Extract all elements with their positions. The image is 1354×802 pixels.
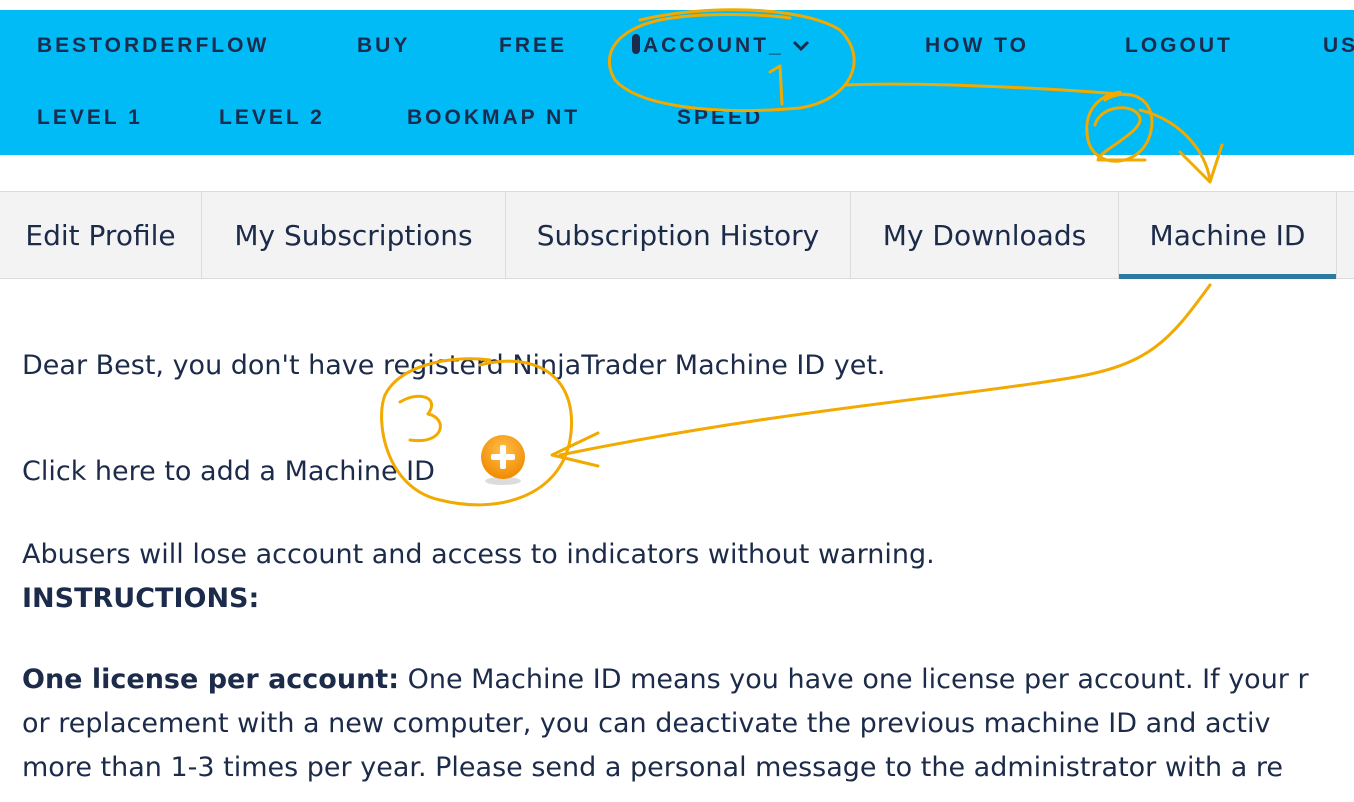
annotation-arrowhead-3 [550,431,600,468]
nav-free[interactable]: FREE [499,34,567,58]
main-navigation: BESTORDERFLOW BUY FREE ACCOUNT_ HOW TO L… [0,10,1354,155]
tab-my-subscriptions[interactable]: My Subscriptions [202,192,506,278]
nav-level-1[interactable]: LEVEL 1 [37,106,143,130]
license-paragraph-line-3: more than 1-3 times per year. Please sen… [22,752,1283,783]
license-text-1: One Machine ID means you have one licens… [399,664,1309,695]
nav-account[interactable]: ACCOUNT_ [632,34,810,58]
add-machine-id-prompt: Click here to add a Machine ID [22,456,435,487]
nav-account-label: ACCOUNT_ [643,34,784,57]
no-machine-id-notice: Dear Best, you don't have registerd Ninj… [22,350,886,381]
nav-us[interactable]: US [1323,34,1354,58]
nav-how-to[interactable]: HOW TO [925,34,1029,58]
tab-edit-profile[interactable]: Edit Profile [0,192,202,278]
plus-circle-icon [481,435,525,485]
license-paragraph-line-1: One license per account: One Machine ID … [22,664,1309,695]
add-machine-id-button[interactable] [476,433,530,487]
annotation-number-3 [398,394,442,443]
account-marker-icon [632,34,640,54]
nav-buy[interactable]: BUY [357,34,410,58]
nav-logout[interactable]: LOGOUT [1125,34,1233,58]
tab-subscription-history[interactable]: Subscription History [506,192,851,278]
license-paragraph-line-2: or replacement with a new computer, you … [22,708,1271,739]
instructions-heading: INSTRUCTIONS: [22,583,260,614]
tab-my-downloads[interactable]: My Downloads [851,192,1119,278]
chevron-down-icon [792,34,810,58]
tab-machine-id[interactable]: Machine ID [1119,192,1337,279]
nav-level-2[interactable]: LEVEL 2 [219,106,325,130]
top-strip [0,0,1354,10]
abuse-warning: Abusers will lose account and access to … [22,539,935,570]
profile-tabs: Edit Profile My Subscriptions Subscripti… [0,191,1354,279]
license-label: One license per account: [22,664,399,695]
nav-bookmap-nt[interactable]: BOOKMAP NT [407,106,580,130]
nav-bestorderflow[interactable]: BESTORDERFLOW [37,34,269,58]
nav-speed[interactable]: SPEED [677,106,763,130]
